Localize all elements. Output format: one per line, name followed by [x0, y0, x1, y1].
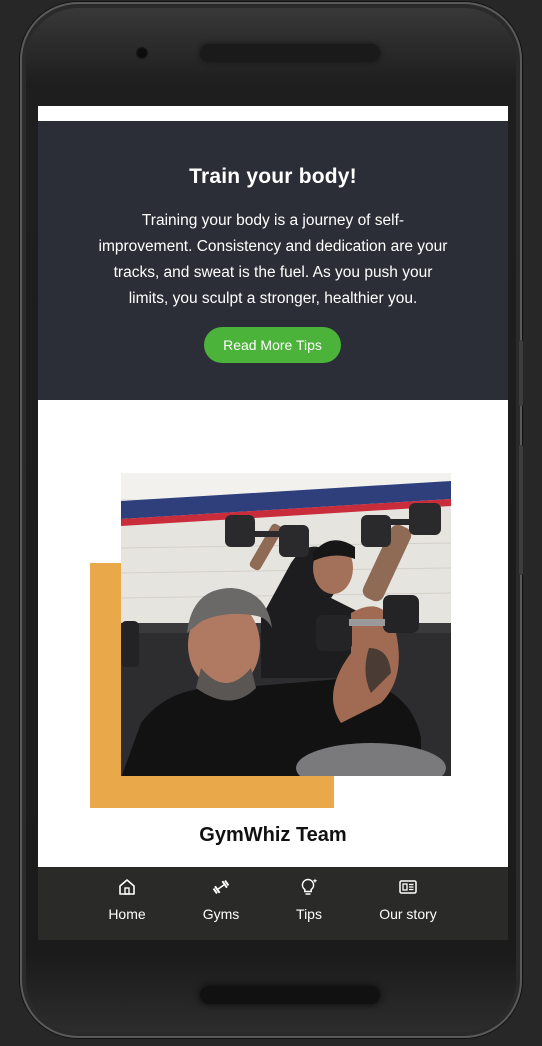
team-photo — [121, 473, 451, 776]
tab-home[interactable]: Home — [97, 867, 157, 940]
front-camera — [136, 47, 148, 59]
earpiece-speaker — [200, 44, 380, 62]
tab-tips-label: Tips — [296, 906, 322, 922]
volume-button — [519, 445, 523, 575]
home-icon — [119, 879, 135, 895]
tab-our-story[interactable]: Our story — [368, 867, 448, 940]
tab-gyms-label: Gyms — [202, 906, 240, 922]
hero-title: Train your body! — [189, 165, 357, 188]
hero-body: Training your body is a journey of self-… — [98, 212, 448, 307]
tab-our-story-label: Our story — [379, 906, 437, 922]
tab-tips[interactable]: Tips — [279, 867, 339, 940]
read-more-tips-button[interactable]: Read More Tips — [204, 327, 341, 363]
train-hero-section: Train your body! Training your body is a… — [38, 121, 508, 400]
tab-gyms[interactable]: Gyms — [191, 867, 251, 940]
power-button — [519, 340, 523, 406]
app-screen: Train your body! Training your body is a… — [38, 106, 508, 940]
team-caption: GymWhiz Team — [199, 824, 347, 846]
newspaper-icon — [399, 880, 417, 894]
bottom-tab-bar: Home Gyms Tips Our story — [38, 867, 508, 940]
bottom-speaker-grille — [200, 986, 380, 1004]
tab-home-label: Home — [108, 906, 146, 922]
dumbbell-icon — [212, 880, 230, 894]
lightbulb-icon — [301, 878, 318, 895]
